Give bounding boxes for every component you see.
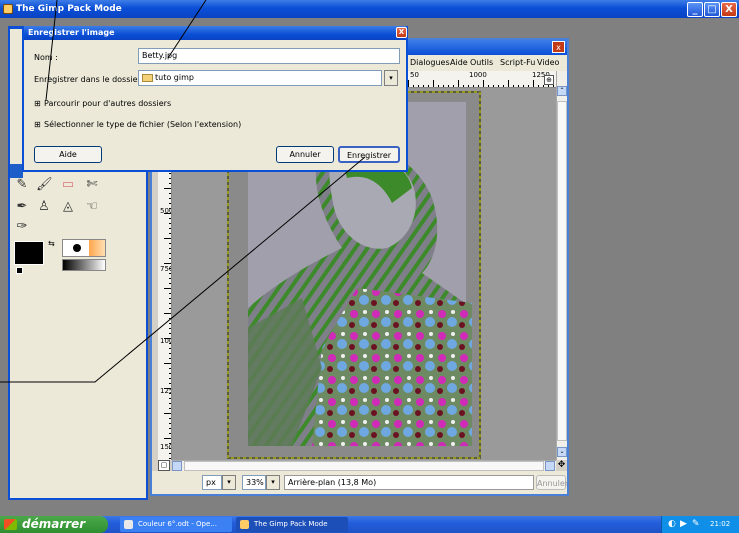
foreground-color-swatch[interactable] <box>14 241 44 265</box>
task-gimp-pack-mode[interactable]: The Gimp Pack Mode <box>236 517 348 532</box>
dodge-icon[interactable]: ✑ <box>14 219 30 235</box>
maximize-button[interactable]: □ <box>704 2 720 17</box>
scroll-up-button[interactable]: ⌃ <box>557 86 567 96</box>
unit-select[interactable]: px <box>202 475 222 490</box>
save-button[interactable]: Enregistrer <box>338 146 400 163</box>
file-type-expander[interactable]: Sélectionner le type de fichier (Selon l… <box>44 120 241 129</box>
network-icon[interactable]: ◐ <box>668 516 676 533</box>
ruler-label: 1000 <box>469 71 487 79</box>
ruler-label: 750 <box>160 265 171 273</box>
menu-aide[interactable]: Aide <box>450 55 468 71</box>
airbrush-icon[interactable]: ✄ <box>84 177 100 193</box>
brush-preview[interactable] <box>62 239 106 257</box>
close-button[interactable]: X <box>721 2 737 17</box>
menu-script-fu[interactable]: Script-Fu <box>500 55 535 71</box>
scroll-down-button[interactable]: ⌄ <box>557 447 567 457</box>
scroll-right-button[interactable] <box>545 461 555 471</box>
play-icon[interactable]: ▶ <box>680 516 687 533</box>
swap-colors-icon[interactable]: ⇆ <box>48 239 58 249</box>
menu-video[interactable]: Video <box>537 55 559 71</box>
tool-icon[interactable]: ✎ <box>692 516 700 533</box>
scroll-left-button[interactable] <box>172 461 182 471</box>
folder-icon <box>142 74 153 82</box>
horizontal-scroll-thumb[interactable] <box>184 461 544 471</box>
vertical-scrollbar[interactable]: ⌃ ⌄ <box>556 71 567 460</box>
zoom-dropdown-arrow[interactable]: ▾ <box>266 475 280 490</box>
gimp-task-icon <box>240 520 249 529</box>
save-image-dialog: Enregistrer l'image X Nom : Betty.jpg En… <box>22 26 408 172</box>
taskbar: démarrer Couleur 6°.odt - Ope... The Gim… <box>0 516 739 533</box>
help-button[interactable]: Aide <box>34 146 102 163</box>
navigate-icon[interactable]: ✥ <box>556 460 567 471</box>
brush-icon[interactable]: 🖌 <box>36 177 53 193</box>
expand-icon[interactable]: ⊞ <box>34 99 41 108</box>
start-label: démarrer <box>22 517 86 531</box>
browse-folders-expander[interactable]: Parcourir pour d'autres dossiers <box>44 99 171 108</box>
unit-dropdown-arrow[interactable]: ▾ <box>222 475 236 490</box>
menu-outils[interactable]: Outils <box>470 55 493 71</box>
zoom-field[interactable]: 33% <box>242 475 266 490</box>
blur-icon[interactable]: ◬ <box>60 199 76 215</box>
dialog-close-button[interactable]: X <box>396 27 407 38</box>
gimp-app-icon <box>3 4 13 14</box>
gradient-preview[interactable] <box>62 259 106 271</box>
name-label: Nom : <box>34 53 58 62</box>
system-tray: ◐ ▶ ✎ 21:02 <box>661 516 739 533</box>
folder-dropdown-arrow[interactable]: ▾ <box>384 70 398 86</box>
clone-icon[interactable]: ♙ <box>36 199 52 215</box>
cancel-button[interactable]: Annuler <box>276 146 334 163</box>
ruler-label: 1500 <box>160 443 171 451</box>
folder-label: Enregistrer dans le dossier : <box>34 75 147 84</box>
dialog-title: Enregistrer l'image <box>28 28 115 37</box>
filename-input[interactable]: Betty.jpg <box>138 48 400 64</box>
ruler-label: 500 <box>160 207 171 215</box>
status-cancel-button[interactable]: Annuler <box>536 475 568 490</box>
smudge-icon[interactable]: ☜ <box>84 199 100 215</box>
vertical-scroll-thumb[interactable] <box>557 101 567 441</box>
zoom-icon[interactable]: ⊕ <box>544 75 554 85</box>
main-window-title-bar[interactable]: The Gimp Pack Mode <box>0 0 739 18</box>
ruler-label: 1000 <box>160 337 171 345</box>
ink-icon[interactable]: ✒ <box>14 199 30 215</box>
main-window-title: The Gimp Pack Mode <box>16 4 122 14</box>
document-icon <box>124 520 133 529</box>
horizontal-scrollbar[interactable] <box>172 460 556 471</box>
dialog-title-bar[interactable]: Enregistrer l'image <box>24 26 406 40</box>
menu-dialogues[interactable]: Dialogues <box>410 55 450 71</box>
expand-icon[interactable]: ⊞ <box>34 120 41 129</box>
folder-select[interactable]: tuto gimp <box>138 70 382 86</box>
status-bar: px ▾ 33% ▾ Arrière-plan (13,8 Mo) Annule… <box>152 471 568 494</box>
eraser-icon[interactable]: ▭ <box>60 177 76 193</box>
ruler-label: 50 <box>410 71 419 79</box>
task-couleur-odt[interactable]: Couleur 6°.odt - Ope... <box>120 517 232 532</box>
clock: 21:02 <box>710 520 731 528</box>
windows-logo-icon <box>4 519 17 530</box>
ruler-label: 1250 <box>160 387 171 395</box>
layer-status: Arrière-plan (13,8 Mo) <box>284 475 534 490</box>
reset-colors-icon[interactable] <box>16 267 23 274</box>
minimize-button[interactable]: _ <box>687 2 703 17</box>
image-window-close-button[interactable]: x <box>552 41 565 53</box>
pencil-icon[interactable]: ✎ <box>14 177 30 193</box>
quick-mask-icon[interactable]: ▢ <box>158 460 170 471</box>
